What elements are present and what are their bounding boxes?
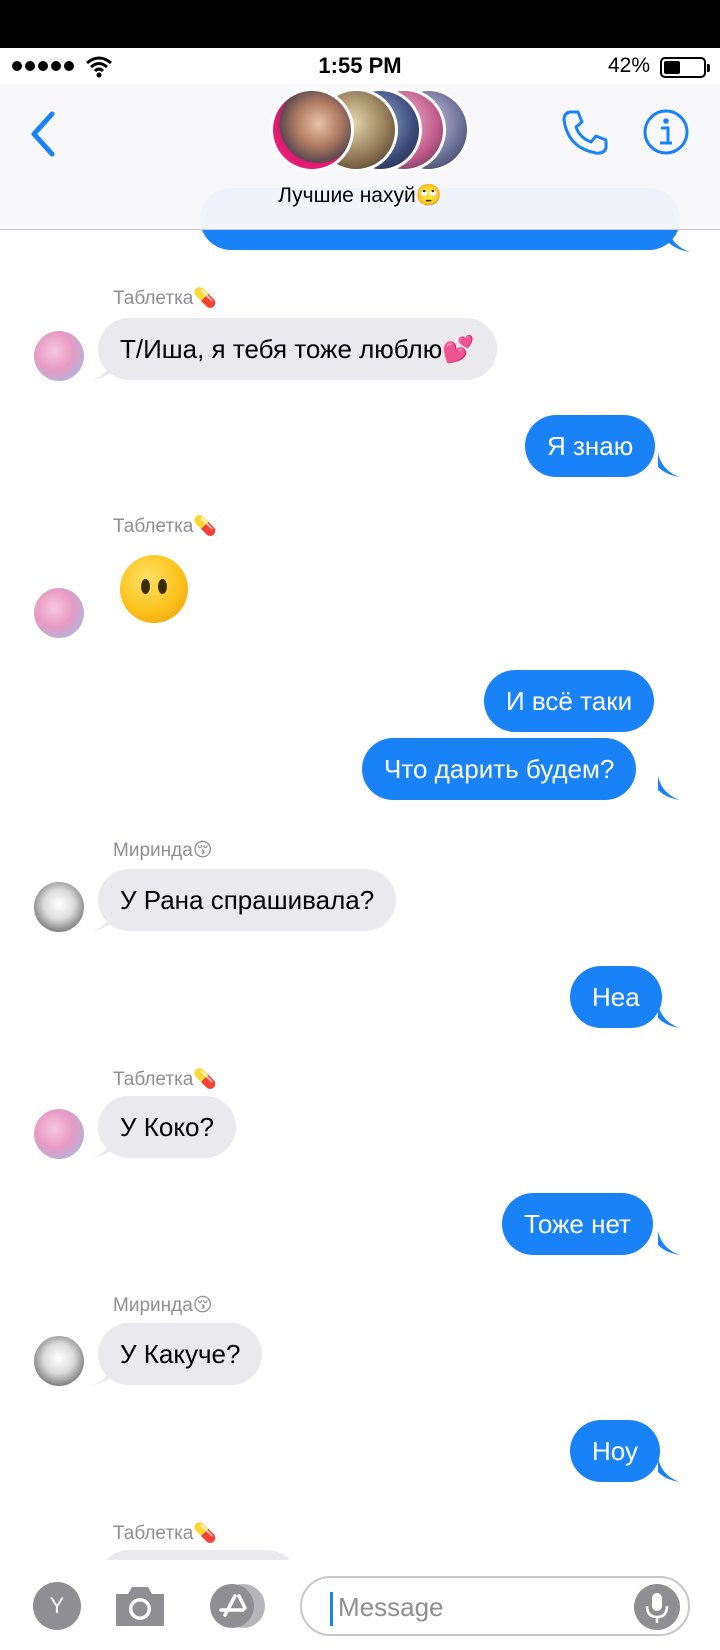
sender-name: Миринда😚: [113, 1295, 213, 1316]
message-input-field[interactable]: [300, 1576, 690, 1636]
message-input[interactable]: [338, 1588, 618, 1626]
message-bubble-outgoing[interactable]: Что дарить будем?: [362, 738, 637, 800]
status-bar: 1:55 PM 42%: [0, 48, 720, 84]
message-bubble-outgoing[interactable]: И всё таки: [484, 670, 655, 732]
bubble-tail: [658, 776, 680, 800]
sender-name: Миринда😚: [113, 840, 213, 861]
avatar: [270, 88, 354, 172]
avatar[interactable]: [34, 882, 84, 932]
group-avatars[interactable]: [270, 88, 470, 172]
microphone-icon[interactable]: [634, 1584, 680, 1630]
conversation[interactable]: Таблетка💊 Т/Иша, я тебя тоже люблю💕 Я зн…: [0, 0, 720, 1650]
app-button[interactable]: Y: [33, 1582, 81, 1630]
face-without-mouth-emoji[interactable]: [120, 555, 188, 623]
sender-name: Таблетка💊: [113, 516, 218, 537]
text-cursor: [330, 1592, 333, 1626]
sender-name: Таблетка💊: [113, 288, 218, 309]
phone-icon[interactable]: [560, 108, 610, 158]
message-bubble-incoming[interactable]: Т/Иша, я тебя тоже люблю💕: [98, 318, 497, 380]
battery-fill: [664, 61, 680, 74]
bubble-tail: [658, 453, 680, 477]
message-bubble-incoming[interactable]: У Какуче?: [98, 1323, 263, 1385]
avatar[interactable]: [34, 1109, 84, 1159]
bubble-tail: [658, 1458, 680, 1482]
camera-icon[interactable]: [112, 1582, 168, 1630]
battery-percent: 42%: [607, 54, 650, 77]
avatar[interactable]: [34, 588, 84, 638]
message-bubble-outgoing[interactable]: Тоже нет: [502, 1193, 653, 1255]
message-bubble-incoming[interactable]: У Рана спрашивала?: [98, 869, 397, 931]
battery-icon: [660, 57, 710, 78]
chevron-left-icon[interactable]: [26, 110, 60, 158]
message-bubble-outgoing[interactable]: Ноу: [570, 1420, 660, 1482]
message-bubble-outgoing[interactable]: Неа: [570, 966, 662, 1028]
sender-name: Таблетка💊: [113, 1069, 218, 1090]
composer-bar: Y: [0, 1560, 720, 1650]
bubble-tail: [668, 228, 690, 252]
bubble-tail: [658, 1231, 680, 1255]
group-name[interactable]: Лучшие нахуй🙄: [0, 184, 720, 208]
sender-name: Таблетка💊: [113, 1523, 218, 1544]
avatar[interactable]: [34, 1336, 84, 1386]
message-bubble-outgoing[interactable]: Я знаю: [525, 415, 656, 477]
messages-screen: 1:55 PM 42% Таблетка💊 Т/Иша, я тебя тоже…: [0, 0, 720, 1650]
avatar[interactable]: [34, 331, 84, 381]
bubble-tail: [658, 1004, 680, 1028]
message-bubble-incoming[interactable]: У Коко?: [98, 1096, 236, 1158]
conversation-header: Лучшие нахуй🙄: [0, 84, 720, 230]
info-icon[interactable]: [642, 108, 690, 156]
app-store-icon[interactable]: [205, 1582, 271, 1630]
